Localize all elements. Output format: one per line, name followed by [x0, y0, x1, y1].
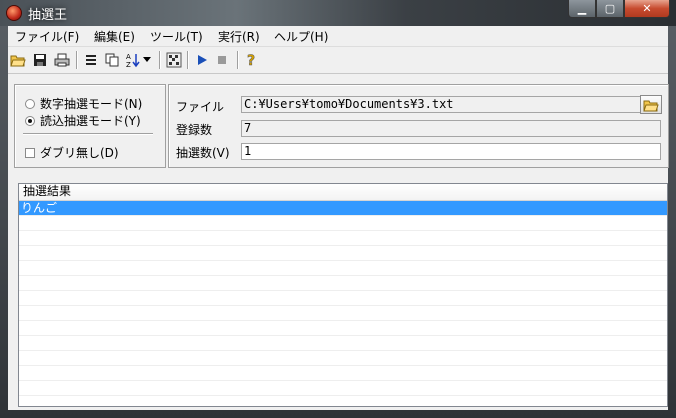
empty-row	[19, 351, 667, 366]
menu-edit[interactable]: 編集(E)	[94, 28, 135, 45]
list-icon[interactable]	[82, 51, 100, 69]
results-list[interactable]: 抽選結果 りんご	[18, 183, 668, 407]
no-duplicates-label: ダブリ無し(D)	[40, 146, 119, 160]
empty-row	[19, 246, 667, 261]
radio-dot-selected	[25, 115, 35, 126]
toolbar-separator	[76, 51, 78, 69]
play-icon[interactable]	[193, 51, 211, 69]
minimize-button[interactable]: ▁	[568, 0, 596, 18]
app-icon[interactable]	[6, 5, 22, 21]
toolbar-separator	[159, 51, 161, 69]
stop-icon[interactable]	[213, 51, 231, 69]
results-column-header[interactable]: 抽選結果	[19, 184, 667, 201]
app-window: 抽選王 ▁ ▢ ✕ ファイル(F) 編集(E) ツール(T) 実行(R) ヘルプ…	[0, 0, 676, 418]
draw-count-label: 抽選数(V)	[176, 146, 230, 160]
client-area: ファイル(F) 編集(E) ツール(T) 実行(R) ヘルプ(H) A Z ? …	[8, 26, 669, 410]
title-bar[interactable]: 抽選王 ▁ ▢ ✕	[0, 0, 676, 26]
empty-row	[19, 381, 667, 396]
no-duplicates-checkbox[interactable]: ダブリ無し(D)	[25, 144, 119, 161]
file-label: ファイル	[176, 100, 225, 114]
copy-icon[interactable]	[103, 51, 121, 69]
empty-row	[19, 216, 667, 231]
menu-bar: ファイル(F) 編集(E) ツール(T) 実行(R) ヘルプ(H)	[8, 26, 668, 47]
checkbox-box	[25, 147, 35, 158]
dropdown-arrow-icon[interactable]	[142, 51, 152, 69]
empty-row	[19, 261, 667, 276]
empty-row	[19, 276, 667, 291]
menu-tools[interactable]: ツール(T)	[150, 28, 203, 45]
empty-row	[19, 321, 667, 336]
svg-text:?: ?	[247, 53, 255, 68]
open-folder-icon	[643, 100, 659, 111]
window-title: 抽選王	[28, 8, 68, 23]
print-icon[interactable]	[53, 51, 71, 69]
open-icon[interactable]	[9, 51, 27, 69]
menu-run[interactable]: 実行(R)	[218, 28, 260, 45]
close-button[interactable]: ✕	[624, 0, 670, 18]
draw-count-input[interactable]: 1	[241, 143, 661, 160]
result-row[interactable]: りんご	[19, 201, 667, 216]
toolbar-separator	[237, 51, 239, 69]
count-label: 登録数	[176, 123, 213, 137]
divider	[23, 133, 153, 135]
numeric-mode-label: 数字抽選モード(N)	[40, 97, 143, 111]
read-mode-label: 読込抽選モード(Y)	[40, 114, 141, 128]
count-field: 7	[241, 120, 661, 137]
svg-text:Z: Z	[126, 61, 131, 68]
empty-row	[19, 306, 667, 321]
mode-panel: 数字抽選モード(N) 読込抽選モード(Y) ダブリ無し(D)	[14, 84, 166, 168]
read-mode-radio[interactable]: 読込抽選モード(Y)	[25, 112, 141, 129]
radio-dot	[25, 98, 35, 109]
maximize-button[interactable]: ▢	[596, 0, 624, 18]
save-icon[interactable]	[31, 51, 49, 69]
empty-row	[19, 231, 667, 246]
file-path-field[interactable]: C:¥Users¥tomo¥Documents¥3.txt	[241, 96, 641, 113]
empty-row	[19, 291, 667, 306]
toolbar-separator	[187, 51, 189, 69]
menu-help[interactable]: ヘルプ(H)	[274, 28, 328, 45]
svg-text:A: A	[126, 53, 131, 61]
help-icon[interactable]: ?	[243, 51, 261, 69]
empty-row	[19, 366, 667, 381]
empty-row	[19, 336, 667, 351]
shuffle-icon[interactable]	[165, 51, 183, 69]
menu-file[interactable]: ファイル(F)	[15, 28, 79, 45]
caption-buttons: ▁ ▢ ✕	[568, 0, 670, 18]
browse-button[interactable]	[640, 95, 662, 114]
sort-icon[interactable]: AZ	[124, 51, 142, 69]
toolbar: AZ ?	[8, 47, 668, 74]
numeric-mode-radio[interactable]: 数字抽選モード(N)	[25, 95, 142, 112]
settings-panel: ファイル C:¥Users¥tomo¥Documents¥3.txt 登録数 7…	[168, 84, 669, 168]
